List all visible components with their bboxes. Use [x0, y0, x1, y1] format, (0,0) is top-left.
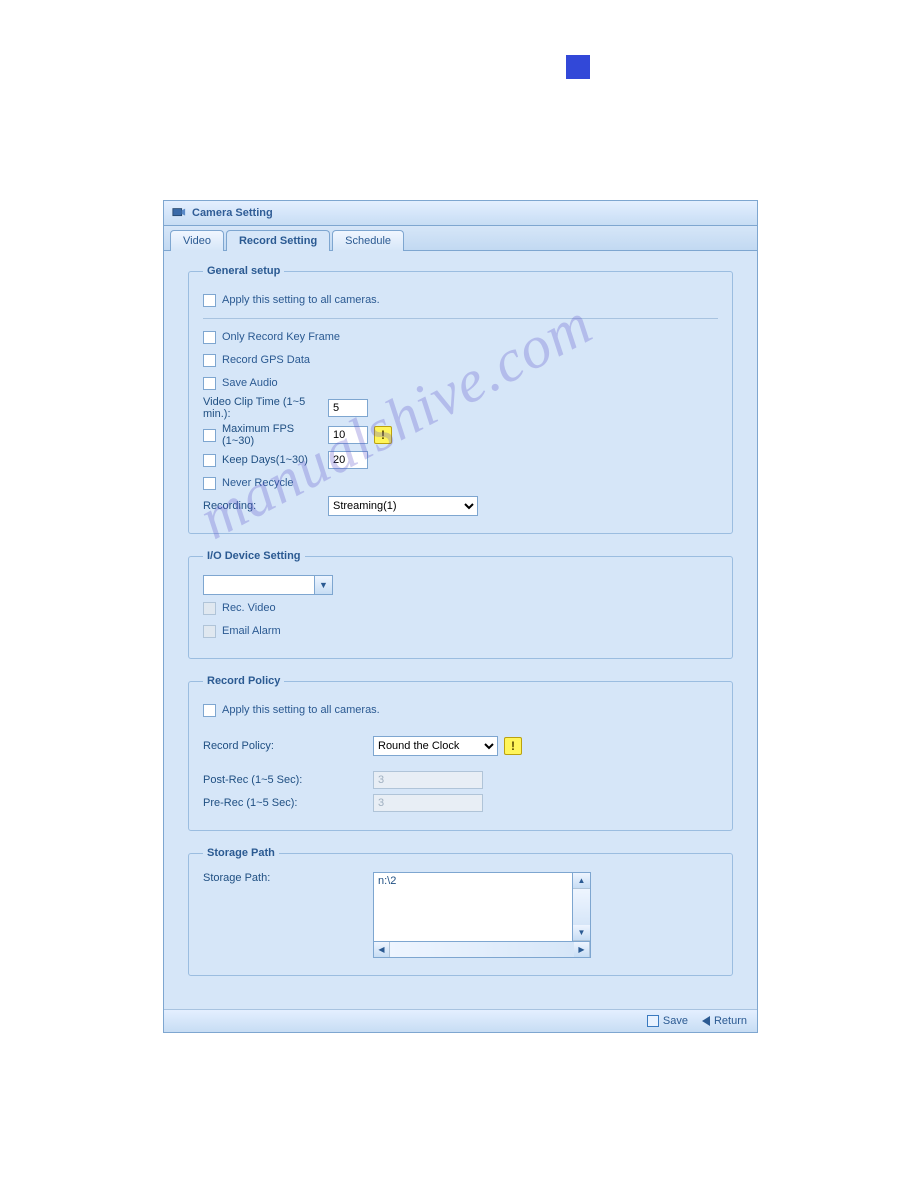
apply-all-checkbox[interactable] [203, 294, 216, 307]
scroll-down-icon[interactable]: ▼ [573, 925, 590, 941]
tab-schedule[interactable]: Schedule [332, 230, 404, 251]
policy-apply-all-label: Apply this setting to all cameras. [222, 704, 380, 716]
max-fps-input[interactable] [328, 426, 368, 444]
max-fps-checkbox[interactable] [203, 429, 216, 442]
post-rec-input [373, 771, 483, 789]
scroll-track[interactable] [573, 889, 590, 925]
tab-record-setting[interactable]: Record Setting [226, 230, 330, 251]
camera-icon [172, 206, 186, 220]
panel-footer: Save Return [164, 1009, 757, 1032]
storage-path-list[interactable]: n:\2 [373, 872, 573, 942]
save-audio-checkbox[interactable] [203, 377, 216, 390]
record-policy-select[interactable]: Round the Clock [373, 736, 498, 756]
recording-select[interactable]: Streaming(1) [328, 496, 478, 516]
record-policy-legend: Record Policy [203, 675, 284, 687]
only-key-frame-label: Only Record Key Frame [222, 331, 340, 343]
general-setup-fieldset: General setup Apply this setting to all … [188, 265, 733, 534]
scroll-track-h[interactable] [390, 942, 574, 957]
storage-path-legend: Storage Path [203, 847, 279, 859]
keep-days-label: Keep Days(1~30) [222, 454, 328, 466]
storage-path-container: n:\2 ▲ ▼ ◀ ▶ [373, 872, 591, 958]
scroll-right-icon[interactable]: ▶ [574, 942, 590, 957]
panel-header: Camera Setting [164, 201, 757, 226]
email-alarm-checkbox [203, 625, 216, 638]
chevron-down-icon: ▼ [314, 576, 332, 594]
record-policy-label: Record Policy: [203, 740, 373, 752]
never-recycle-checkbox[interactable] [203, 477, 216, 490]
panel-title: Camera Setting [192, 207, 273, 219]
tab-video[interactable]: Video [170, 230, 224, 251]
storage-path-label: Storage Path: [203, 872, 373, 884]
io-device-select[interactable]: ▼ [203, 575, 333, 595]
record-gps-label: Record GPS Data [222, 354, 310, 366]
video-clip-time-label: Video Clip Time (1~5 min.): [203, 396, 328, 420]
apply-all-label: Apply this setting to all cameras. [222, 294, 380, 306]
save-audio-label: Save Audio [222, 377, 278, 389]
record-gps-checkbox[interactable] [203, 354, 216, 367]
max-fps-label: Maximum FPS (1~30) [222, 423, 328, 447]
return-button[interactable]: Return [702, 1015, 747, 1027]
scroll-up-icon[interactable]: ▲ [573, 873, 590, 889]
tab-strip: Video Record Setting Schedule [164, 226, 757, 251]
divider [203, 318, 718, 319]
rec-video-checkbox [203, 602, 216, 615]
return-arrow-icon [702, 1016, 710, 1026]
only-key-frame-checkbox[interactable] [203, 331, 216, 344]
warning-icon: ! [504, 737, 522, 755]
policy-apply-all-checkbox[interactable] [203, 704, 216, 717]
storage-path-fieldset: Storage Path Storage Path: n:\2 ▲ ▼ [188, 847, 733, 976]
save-label: Save [663, 1015, 688, 1027]
pre-rec-label: Pre-Rec (1~5 Sec): [203, 797, 373, 809]
tab-content: General setup Apply this setting to all … [164, 251, 757, 1032]
io-device-value [204, 576, 314, 594]
io-device-legend: I/O Device Setting [203, 550, 305, 562]
rec-video-label: Rec. Video [222, 602, 276, 614]
email-alarm-label: Email Alarm [222, 625, 281, 637]
post-rec-label: Post-Rec (1~5 Sec): [203, 774, 373, 786]
keep-days-checkbox[interactable] [203, 454, 216, 467]
return-label: Return [714, 1015, 747, 1027]
video-clip-time-input[interactable] [328, 399, 368, 417]
save-icon [647, 1015, 659, 1027]
pre-rec-input [373, 794, 483, 812]
io-device-fieldset: I/O Device Setting ▼ Rec. Video Email Al… [188, 550, 733, 659]
horizontal-scrollbar[interactable]: ◀ ▶ [373, 942, 591, 958]
storage-path-value: n:\2 [378, 875, 396, 887]
warning-icon: ! [374, 426, 392, 444]
keep-days-input[interactable] [328, 451, 368, 469]
vertical-scrollbar[interactable]: ▲ ▼ [573, 872, 591, 942]
general-setup-legend: General setup [203, 265, 284, 277]
never-recycle-label: Never Recycle [222, 477, 294, 489]
scroll-left-icon[interactable]: ◀ [374, 942, 390, 957]
save-button[interactable]: Save [647, 1015, 688, 1027]
record-policy-fieldset: Record Policy Apply this setting to all … [188, 675, 733, 831]
camera-setting-panel: Camera Setting Video Record Setting Sche… [163, 200, 758, 1033]
recording-label: Recording: [203, 500, 328, 512]
decorative-blue-square [566, 55, 590, 79]
